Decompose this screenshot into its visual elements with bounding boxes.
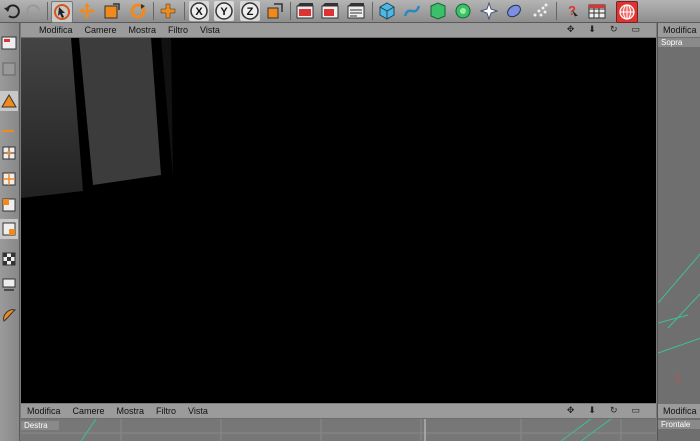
scene-icon[interactable] [479,1,499,21]
y-axis-icon[interactable]: Y [214,1,234,21]
view-label-front: Frontale [658,420,700,429]
side-viewport-grid [21,419,656,441]
maximize-icon[interactable]: ▭ [631,24,640,35]
particle-icon[interactable] [530,1,550,21]
menu-filtro[interactable]: Filtro [168,25,188,35]
menu-vista[interactable]: Vista [200,25,220,35]
coordinate-system-icon[interactable] [265,1,285,21]
right-viewports: Modifica Sopra Y Modifica Frontale [657,23,700,441]
top-viewport-wireframe: Y [658,253,700,383]
z-axis-icon[interactable]: Z [240,1,260,21]
main-toolbar: X Y Z ? [0,0,700,23]
viewport-nav-icons: ✥ ⬇ ↻ ▭ [567,24,652,35]
nurbs-icon[interactable] [428,1,448,21]
left-toolbar [0,23,20,441]
uv-mode-icon[interactable] [0,219,18,239]
side-viewport-menu: Modifica Camere Mostra Filtro Vista ✥ ⬇ … [21,404,656,419]
orbit-icon[interactable]: ↻ [610,24,618,35]
menu-modifica-top[interactable]: Modifica [663,25,697,35]
svg-text:Z: Z [247,6,254,18]
rotate-icon[interactable] [128,1,148,21]
redo-icon[interactable] [24,1,44,21]
arrow-right-icon[interactable] [0,121,18,141]
edges-mode-icon[interactable] [0,169,18,189]
menu-modifica[interactable]: Modifica [39,25,73,35]
maximize-icon[interactable]: ▭ [631,405,640,416]
svg-text:Y: Y [220,6,228,18]
render-view-icon[interactable] [295,1,315,21]
menu-mostra[interactable]: Mostra [129,25,157,35]
pan-icon[interactable]: ✥ [567,405,575,416]
light-icon[interactable] [504,1,524,21]
spline-icon[interactable] [402,1,422,21]
paint-icon[interactable] [0,305,18,325]
perspective-viewport[interactable] [21,23,656,403]
main-viewport-menu: Modifica Camere Mostra Filtro Vista ✥ ⬇ … [21,23,656,38]
menu-modifica-front[interactable]: Modifica [663,406,697,416]
menu-filtro-side[interactable]: Filtro [156,406,176,416]
menu-mostra-side[interactable]: Mostra [117,406,145,416]
svg-text:X: X [195,6,203,18]
table-icon[interactable] [587,1,607,21]
add-icon[interactable] [158,1,178,21]
help-icon[interactable]: ? [561,1,581,21]
dolly-icon[interactable]: ⬇ [588,24,596,35]
points-mode-icon[interactable] [0,143,18,163]
view-label-top: Sopra [658,38,700,47]
cube-icon[interactable] [377,1,397,21]
render-settings-icon[interactable] [346,1,366,21]
move-icon[interactable] [77,1,97,21]
menu-camere-side[interactable]: Camere [73,406,105,416]
viewport-scene [21,38,173,198]
model-mode-icon[interactable] [0,91,18,111]
menu-camere[interactable]: Camere [85,25,117,35]
globe-icon[interactable] [616,1,638,23]
undo-icon[interactable] [2,1,22,21]
checker-icon[interactable] [0,249,18,269]
top-viewport-menu: Modifica [658,23,700,38]
texture-mode-icon[interactable] [0,59,18,79]
side-viewport-nav-icons: ✥ ⬇ ↻ ▭ [567,405,652,416]
scale-icon[interactable] [102,1,122,21]
snap-icon[interactable] [0,275,18,295]
front-viewport-menu: Modifica [658,404,700,419]
dolly-icon[interactable]: ⬇ [588,405,596,416]
menu-vista-side[interactable]: Vista [188,406,208,416]
menu-modifica-side[interactable]: Modifica [27,406,61,416]
deformer-icon[interactable] [453,1,473,21]
orbit-icon[interactable]: ↻ [610,405,618,416]
render-picture-viewer-icon[interactable] [320,1,340,21]
polygons-mode-icon[interactable] [0,195,18,215]
select-icon[interactable] [51,1,73,23]
side-viewport[interactable]: Destra [21,419,656,441]
x-axis-icon[interactable]: X [189,1,209,21]
pan-icon[interactable]: ✥ [567,24,575,35]
layout-icon[interactable] [0,33,18,53]
